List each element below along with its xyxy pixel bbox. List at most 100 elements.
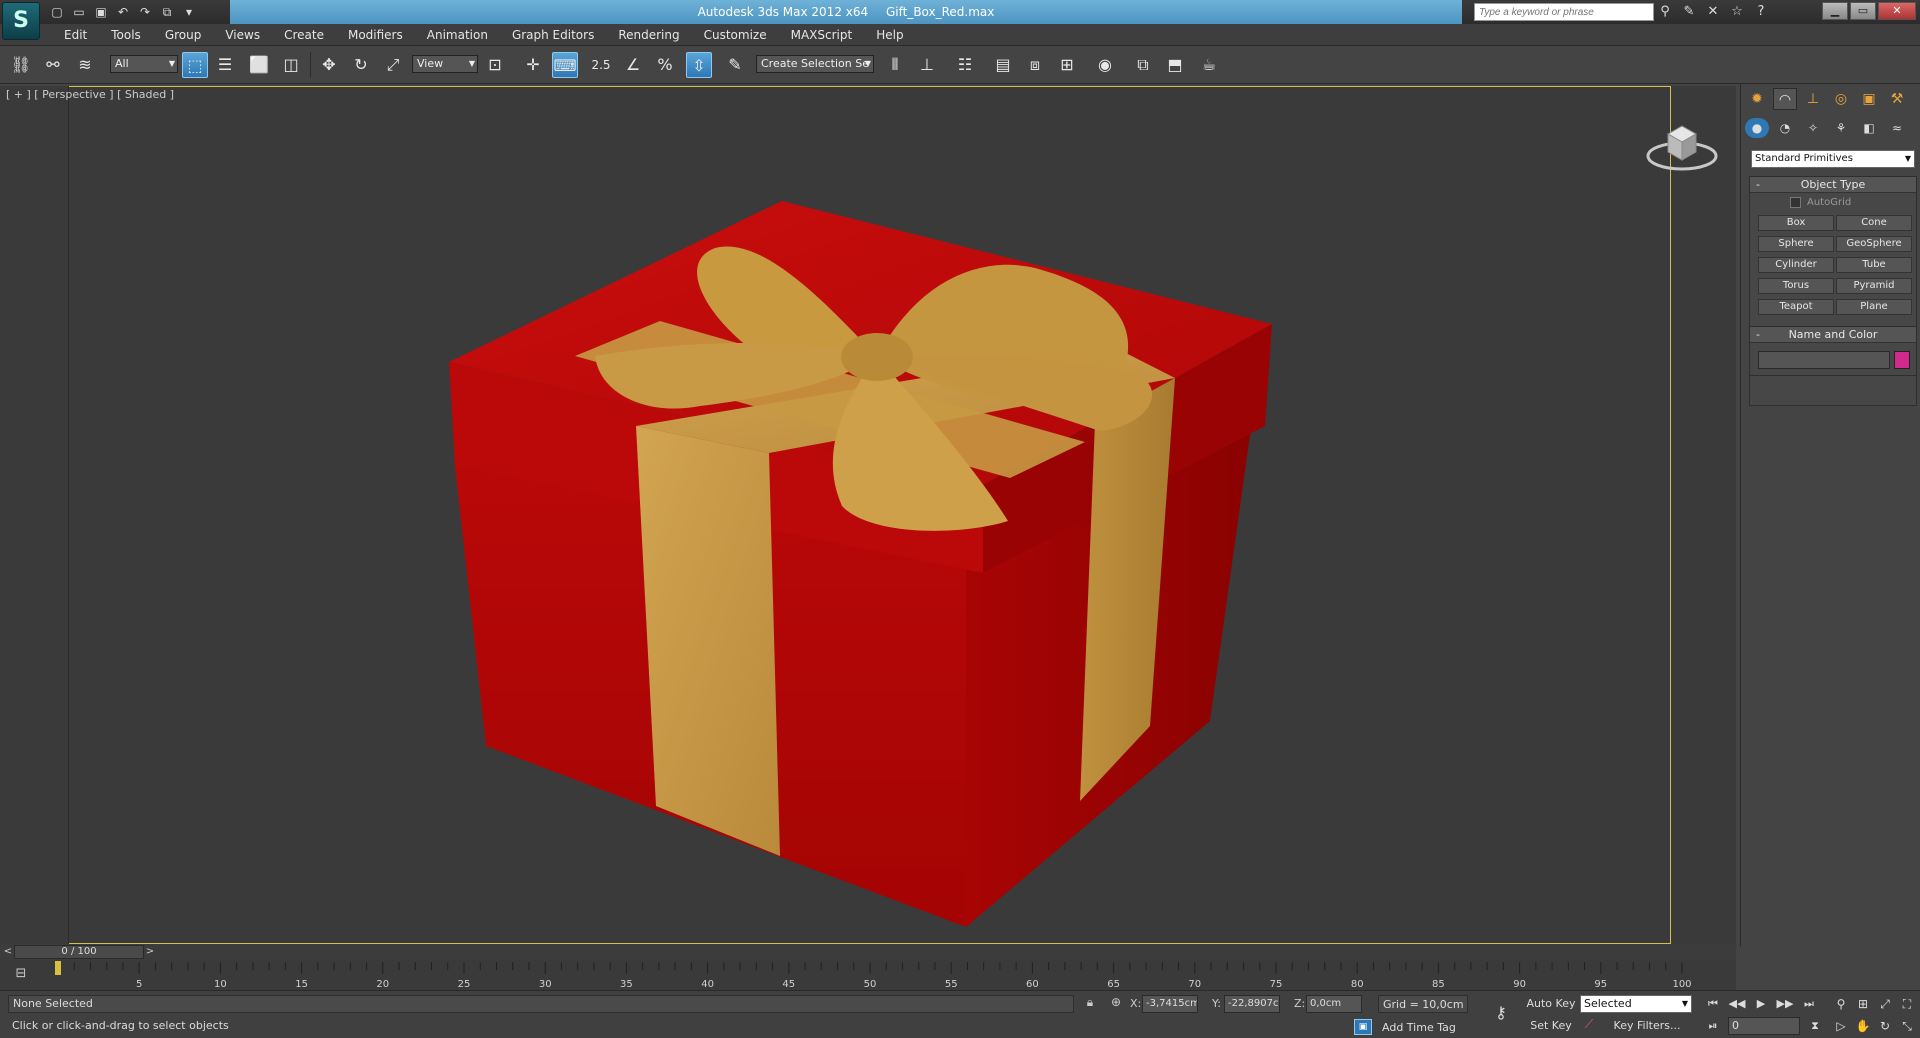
perspective-viewport[interactable]: [ + ] [ Perspective ] [ Shaded ] — [0, 86, 1736, 944]
field-of-view-icon[interactable]: ▷ — [1830, 1017, 1852, 1035]
display-tab-icon[interactable]: ▣ — [1857, 88, 1881, 110]
snaps-toggle-icon[interactable]: 2.5 — [588, 52, 614, 78]
communication-center-icon[interactable]: ✕ — [1704, 3, 1722, 21]
percent-snap-icon[interactable]: % — [652, 52, 678, 78]
set-keys-key-icon[interactable]: ⚷ — [1486, 1003, 1516, 1023]
sphere-button[interactable]: Sphere — [1758, 236, 1834, 252]
select-by-name-icon[interactable]: ☰ — [212, 52, 238, 78]
curve-editor-icon[interactable]: ⧈ — [1022, 52, 1048, 78]
selection-filter-dropdown[interactable]: All ▼ — [110, 55, 178, 73]
select-and-scale-icon[interactable]: ⤢ — [380, 52, 406, 78]
geosphere-button[interactable]: GeoSphere — [1836, 236, 1912, 252]
pan-view-icon[interactable]: ✋ — [1852, 1017, 1874, 1035]
close-button[interactable]: ✕ — [1878, 2, 1916, 20]
select-object-icon[interactable]: ⬚ — [182, 52, 208, 78]
box-button[interactable]: Box — [1758, 215, 1834, 231]
current-frame-field[interactable]: 0 — [1728, 1017, 1800, 1035]
primitive-type-dropdown[interactable]: Standard Primitives ▼ — [1751, 150, 1915, 168]
z-coordinate-field[interactable]: 0,0cm — [1306, 995, 1362, 1013]
subscription-key-icon[interactable]: ✎ — [1680, 3, 1698, 21]
torus-button[interactable]: Torus — [1758, 278, 1834, 294]
spinner-snap-icon[interactable]: ⇳ — [686, 52, 712, 78]
tube-button[interactable]: Tube — [1836, 257, 1912, 273]
maximize-viewport-icon[interactable]: ⤡ — [1896, 1017, 1918, 1035]
hierarchy-tab-icon[interactable]: ⊥ — [1801, 88, 1825, 110]
menu-tools[interactable]: Tools — [99, 24, 153, 46]
menu-views[interactable]: Views — [213, 24, 272, 46]
create-tab-icon[interactable]: ✹ — [1745, 88, 1769, 110]
named-selection-set-dropdown[interactable]: Create Selection Se ▼ — [756, 55, 874, 73]
angle-snap-icon[interactable]: ∠ — [620, 52, 646, 78]
menu-graph-editors[interactable]: Graph Editors — [500, 24, 606, 46]
rendered-frame-window-icon[interactable]: ⬒ — [1162, 52, 1188, 78]
zoom-all-icon[interactable]: ⊞ — [1852, 995, 1874, 1013]
systems-icon[interactable]: ⚙ — [1913, 118, 1920, 138]
edit-named-selection-icon[interactable]: ✎ — [722, 52, 748, 78]
key-mode-dropdown[interactable]: Selected ▼ — [1580, 995, 1692, 1013]
object-type-rollout-header[interactable]: - Object Type — [1750, 177, 1916, 193]
selection-lock-icon[interactable]: 🔒︎ — [1082, 995, 1098, 1013]
pivot-center-icon[interactable]: ⊡ — [482, 52, 508, 78]
qa-dropdown-icon[interactable]: ▾ — [180, 3, 198, 21]
teapot-button[interactable]: Teapot — [1758, 299, 1834, 315]
y-coordinate-field[interactable]: -22,8907cr — [1224, 995, 1280, 1013]
save-file-icon[interactable]: ▣ — [92, 3, 110, 21]
object-color-swatch[interactable] — [1894, 351, 1910, 369]
window-crossing-icon[interactable]: ◫ — [278, 52, 304, 78]
menu-group[interactable]: Group — [153, 24, 214, 46]
render-setup-icon[interactable]: ⧉ — [1130, 52, 1156, 78]
go-to-end-icon[interactable]: ⏭ — [1798, 995, 1820, 1013]
select-and-rotate-icon[interactable]: ↻ — [348, 52, 374, 78]
undo-icon[interactable]: ↶ — [114, 3, 132, 21]
schematic-view-icon[interactable]: ⊞ — [1054, 52, 1080, 78]
x-coordinate-field[interactable]: -3,7415cm — [1142, 995, 1198, 1013]
select-and-move-icon[interactable]: ✥ — [316, 52, 342, 78]
lights-icon[interactable]: ✧ — [1801, 118, 1825, 138]
reference-coordinate-dropdown[interactable]: View ▼ — [412, 55, 478, 73]
time-slider-handle[interactable]: 0 / 100 — [14, 945, 144, 959]
autogrid-checkbox[interactable]: AutoGrid — [1790, 197, 1851, 208]
space-warps-icon[interactable]: ≈ — [1885, 118, 1909, 138]
application-button[interactable]: S — [2, 2, 40, 40]
binoculars-icon[interactable]: ⚲ — [1656, 3, 1674, 21]
cone-button[interactable]: Cone — [1836, 215, 1912, 231]
align-icon[interactable]: ⊥ — [914, 52, 940, 78]
mirror-icon[interactable]: ⫴ — [882, 52, 908, 78]
select-and-link-icon[interactable]: ⛓ — [8, 52, 34, 78]
object-name-field[interactable] — [1758, 351, 1890, 369]
pyramid-button[interactable]: Pyramid — [1836, 278, 1912, 294]
minimize-button[interactable]: ▁ — [1822, 2, 1848, 20]
set-key-button[interactable]: Set Key — [1526, 1017, 1576, 1035]
default-in-out-tangent-icon[interactable]: ⟋ — [1580, 1017, 1598, 1035]
play-icon[interactable]: ▶ — [1750, 995, 1772, 1013]
auto-key-button[interactable]: Auto Key — [1526, 995, 1576, 1013]
track-bar[interactable]: ⊟ 5 10 15 20 25 30 35 40 45 50 55 60 65 70 75 80 85 90 95 1… — [0, 960, 1736, 990]
maximize-button[interactable]: ▭ — [1850, 2, 1876, 20]
geometry-icon[interactable]: ● — [1745, 118, 1769, 138]
viewcube-icon[interactable] — [1644, 116, 1720, 174]
menu-modifiers[interactable]: Modifiers — [336, 24, 415, 46]
next-frame-icon[interactable]: ▶▶ — [1774, 995, 1796, 1013]
cameras-icon[interactable]: ⚘ — [1829, 118, 1853, 138]
select-manipulate-icon[interactable]: ✛ — [520, 52, 546, 78]
keyboard-shortcut-override-icon[interactable]: ⌨ — [552, 52, 578, 78]
motion-tab-icon[interactable]: ◎ — [1829, 88, 1853, 110]
zoom-extents-all-icon[interactable]: ⛶ — [1896, 995, 1918, 1013]
redo-icon[interactable]: ↷ — [136, 3, 154, 21]
rectangular-selection-icon[interactable]: ⬜ — [246, 52, 272, 78]
unlink-selection-icon[interactable]: ⚯ — [40, 52, 66, 78]
previous-frame-icon[interactable]: ◀◀ — [1726, 995, 1748, 1013]
zoom-extents-icon[interactable]: ⤢ — [1874, 995, 1896, 1013]
orbit-icon[interactable]: ↻ — [1874, 1017, 1896, 1035]
zoom-icon[interactable]: ⚲ — [1830, 995, 1852, 1013]
project-folder-icon[interactable]: ⧉ — [158, 3, 176, 21]
render-production-icon[interactable]: ☕ — [1196, 52, 1222, 78]
menu-rendering[interactable]: Rendering — [606, 24, 691, 46]
previous-frame-arrow-icon[interactable]: < — [2, 944, 14, 960]
plane-button[interactable]: Plane — [1836, 299, 1912, 315]
open-file-icon[interactable]: ▭ — [70, 3, 88, 21]
time-configuration-icon[interactable]: ⧗ — [1804, 1017, 1826, 1035]
menu-help[interactable]: Help — [864, 24, 915, 46]
utilities-tab-icon[interactable]: ⚒ — [1885, 88, 1909, 110]
menu-animation[interactable]: Animation — [415, 24, 500, 46]
